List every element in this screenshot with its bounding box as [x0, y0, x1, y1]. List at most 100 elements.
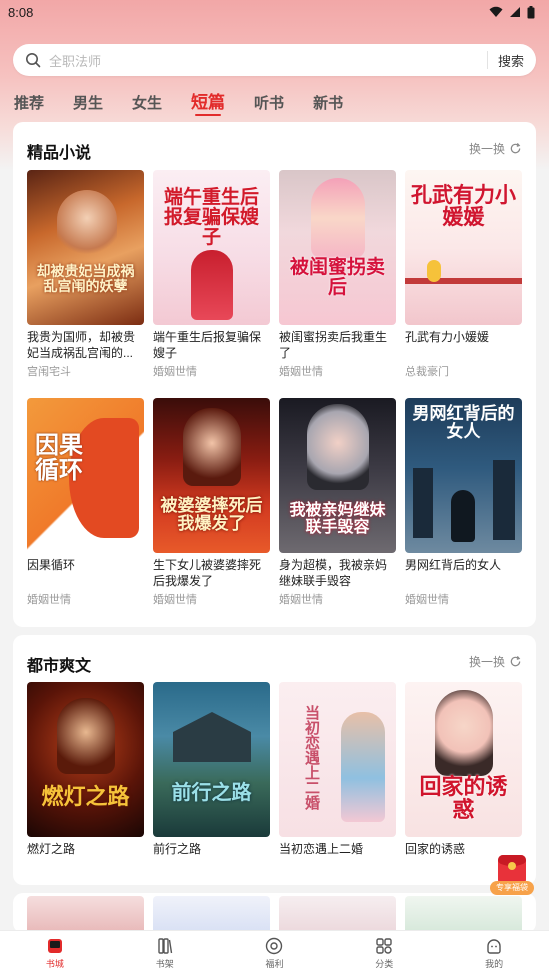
- book-category: 宫闱宅斗: [27, 366, 71, 378]
- book-item[interactable]: 被婆婆摔死后我爆发了 生下女儿被婆婆摔死后我爆发了 婚姻世情: [153, 398, 270, 607]
- book-title: 因果循环: [27, 558, 76, 572]
- tab-male[interactable]: 男生: [73, 92, 103, 113]
- book-cover[interactable]: 被婆婆摔死后我爆发了: [153, 398, 270, 553]
- cover-title: 被婆婆摔死后我爆发了: [160, 496, 263, 534]
- book-cover[interactable]: [27, 896, 144, 933]
- nav-welfare[interactable]: 福利: [220, 931, 330, 975]
- cover-title: 端午重生后报复骗保嫂子: [163, 186, 259, 248]
- cover-figure: [57, 698, 115, 774]
- book-cover[interactable]: 回家的诱惑: [405, 682, 522, 837]
- book-item[interactable]: 因果循环 因果循环 婚姻世情: [27, 398, 144, 607]
- cover-figure: [435, 690, 493, 776]
- nav-category[interactable]: 分类: [329, 931, 439, 975]
- book-item[interactable]: 前行之路 前行之路: [153, 682, 270, 873]
- cover-title: 孔武有力小媛媛: [411, 182, 516, 230]
- book-title: 前行之路: [153, 842, 202, 856]
- cover-figure: [311, 178, 365, 258]
- book-item[interactable]: 孔武有力小媛媛 孔武有力小媛媛 总裁豪门: [405, 170, 522, 379]
- cover-title: 被闺蜜拐卖后: [289, 256, 385, 298]
- nav-label: 福利: [265, 958, 284, 969]
- book-cover[interactable]: 端午重生后报复骗保嫂子: [153, 170, 270, 325]
- book-item[interactable]: 燃灯之路 燃灯之路: [27, 682, 144, 873]
- cover-figure: [57, 190, 117, 260]
- book-cover[interactable]: 孔武有力小媛媛: [405, 170, 522, 325]
- nav-label: 分类: [375, 958, 394, 969]
- section-title: 都市爽文: [27, 658, 92, 675]
- search-button[interactable]: 搜索: [498, 51, 524, 70]
- nav-profile[interactable]: 我的: [439, 931, 549, 975]
- book-cover[interactable]: 前行之路: [153, 682, 270, 837]
- book-cover[interactable]: 我被亲妈继妹联手毁容: [279, 398, 396, 553]
- cover-figure: [451, 490, 475, 542]
- refresh-label: 换一换: [468, 142, 505, 156]
- search-icon: [26, 53, 41, 68]
- tab-female[interactable]: 女生: [132, 92, 162, 113]
- nav-label: 书城: [45, 958, 64, 969]
- profile-icon: [487, 938, 501, 954]
- book-cover[interactable]: 却被贵妃当成祸乱宫闱的妖孽: [27, 170, 144, 325]
- book-category: 婚姻世情: [153, 366, 197, 378]
- tab-new-books[interactable]: 新书: [313, 92, 343, 113]
- search-bar[interactable]: 全职法师 搜索: [13, 44, 536, 76]
- cover-title: 因果循环: [35, 430, 83, 485]
- book-item[interactable]: 端午重生后报复骗保嫂子 端午重生后报复骗保嫂子 婚姻世情: [153, 170, 270, 379]
- section-title: 精品小说: [27, 145, 92, 162]
- book-item[interactable]: 被闺蜜拐卖后 被闺蜜拐卖后我重生了 婚姻世情: [279, 170, 396, 379]
- book-category: 婚姻世情: [405, 594, 449, 606]
- book-cover[interactable]: 当初恋遇上二婚: [279, 682, 396, 837]
- book-item[interactable]: 男网红背后的女人 男网红背后的女人 婚姻世情: [405, 398, 522, 607]
- book-item[interactable]: 当初恋遇上二婚 当初恋遇上二婚: [279, 682, 396, 873]
- book-title: 孔武有力小媛媛: [405, 330, 490, 344]
- book-item[interactable]: 我被亲妈继妹联手毁容 身为超模，我被亲妈继妹联手毁容 婚姻世情: [279, 398, 396, 607]
- cover-title: 却被贵妃当成祸乱宫闱的妖孽: [36, 264, 135, 295]
- bottom-nav: 书城 书架 福利 分类 我的: [0, 930, 549, 975]
- battery-icon: [527, 5, 535, 18]
- book-category: 总裁豪门: [405, 366, 449, 378]
- book-cover[interactable]: 燃灯之路: [27, 682, 144, 837]
- cover-title: 我被亲妈继妹联手毁容: [289, 500, 386, 536]
- cover-building: [413, 468, 433, 538]
- refresh-icon: [510, 655, 521, 667]
- book-title: 燃灯之路: [27, 842, 76, 856]
- cover-figure: [341, 712, 385, 822]
- refresh-button[interactable]: 换一换: [469, 653, 522, 670]
- tab-short-stories[interactable]: 短篇: [191, 88, 225, 116]
- nav-bookshelf[interactable]: 书架: [110, 931, 220, 975]
- gift-pack-button[interactable]: 专享福袋: [490, 855, 534, 899]
- bookshelf-icon: [157, 937, 172, 954]
- cover-title: 当初恋遇上二婚: [303, 704, 321, 810]
- search-divider: [486, 51, 488, 69]
- book-category: 婚姻世情: [153, 594, 197, 606]
- book-category: 婚姻世情: [279, 366, 323, 378]
- book-title: 我贵为国师，却被贵妃当成祸乱宫闱的...: [27, 330, 136, 360]
- cover-figure: [191, 250, 233, 320]
- refresh-icon: [510, 142, 521, 154]
- nav-bookstore[interactable]: 书城: [0, 931, 110, 975]
- book-cover[interactable]: 因果循环: [27, 398, 144, 553]
- book-item[interactable]: 回家的诱惑 回家的诱惑: [405, 682, 522, 873]
- tab-recommend[interactable]: 推荐: [14, 92, 44, 113]
- book-item[interactable]: 却被贵妃当成祸乱宫闱的妖孽 我贵为国师，却被贵妃当成祸乱宫闱的... 宫闱宅斗: [27, 170, 144, 379]
- search-input[interactable]: 全职法师: [49, 51, 487, 70]
- book-category: 婚姻世情: [27, 594, 71, 606]
- status-icons: [489, 5, 535, 19]
- cover-bridge: [405, 278, 522, 284]
- status-bar: 8:08: [0, 0, 549, 24]
- refresh-button[interactable]: 换一换: [469, 140, 522, 157]
- book-cover[interactable]: 男网红背后的女人: [405, 398, 522, 553]
- status-time: 8:08: [8, 4, 34, 20]
- cover-title: 男网红背后的女人: [412, 404, 515, 442]
- book-title: 当初恋遇上二婚: [279, 842, 364, 856]
- book-cover[interactable]: [405, 896, 522, 933]
- book-cover[interactable]: [153, 896, 270, 933]
- section-next-partial: [13, 893, 536, 933]
- book-category: 婚姻世情: [279, 594, 323, 606]
- book-title: 生下女儿被婆婆摔死后我爆发了: [153, 558, 262, 588]
- tab-audiobooks[interactable]: 听书: [254, 92, 284, 113]
- book-cover[interactable]: 被闺蜜拐卖后: [279, 170, 396, 325]
- cover-figure: [427, 260, 441, 282]
- book-cover[interactable]: [279, 896, 396, 933]
- section-urban-fiction: 都市爽文 换一换 燃灯之路 燃灯之路 前行之路 前行之路 当初恋遇上二婚 当初恋…: [13, 635, 536, 885]
- book-title: 被闺蜜拐卖后我重生了: [279, 330, 388, 360]
- wifi-icon: [489, 6, 503, 17]
